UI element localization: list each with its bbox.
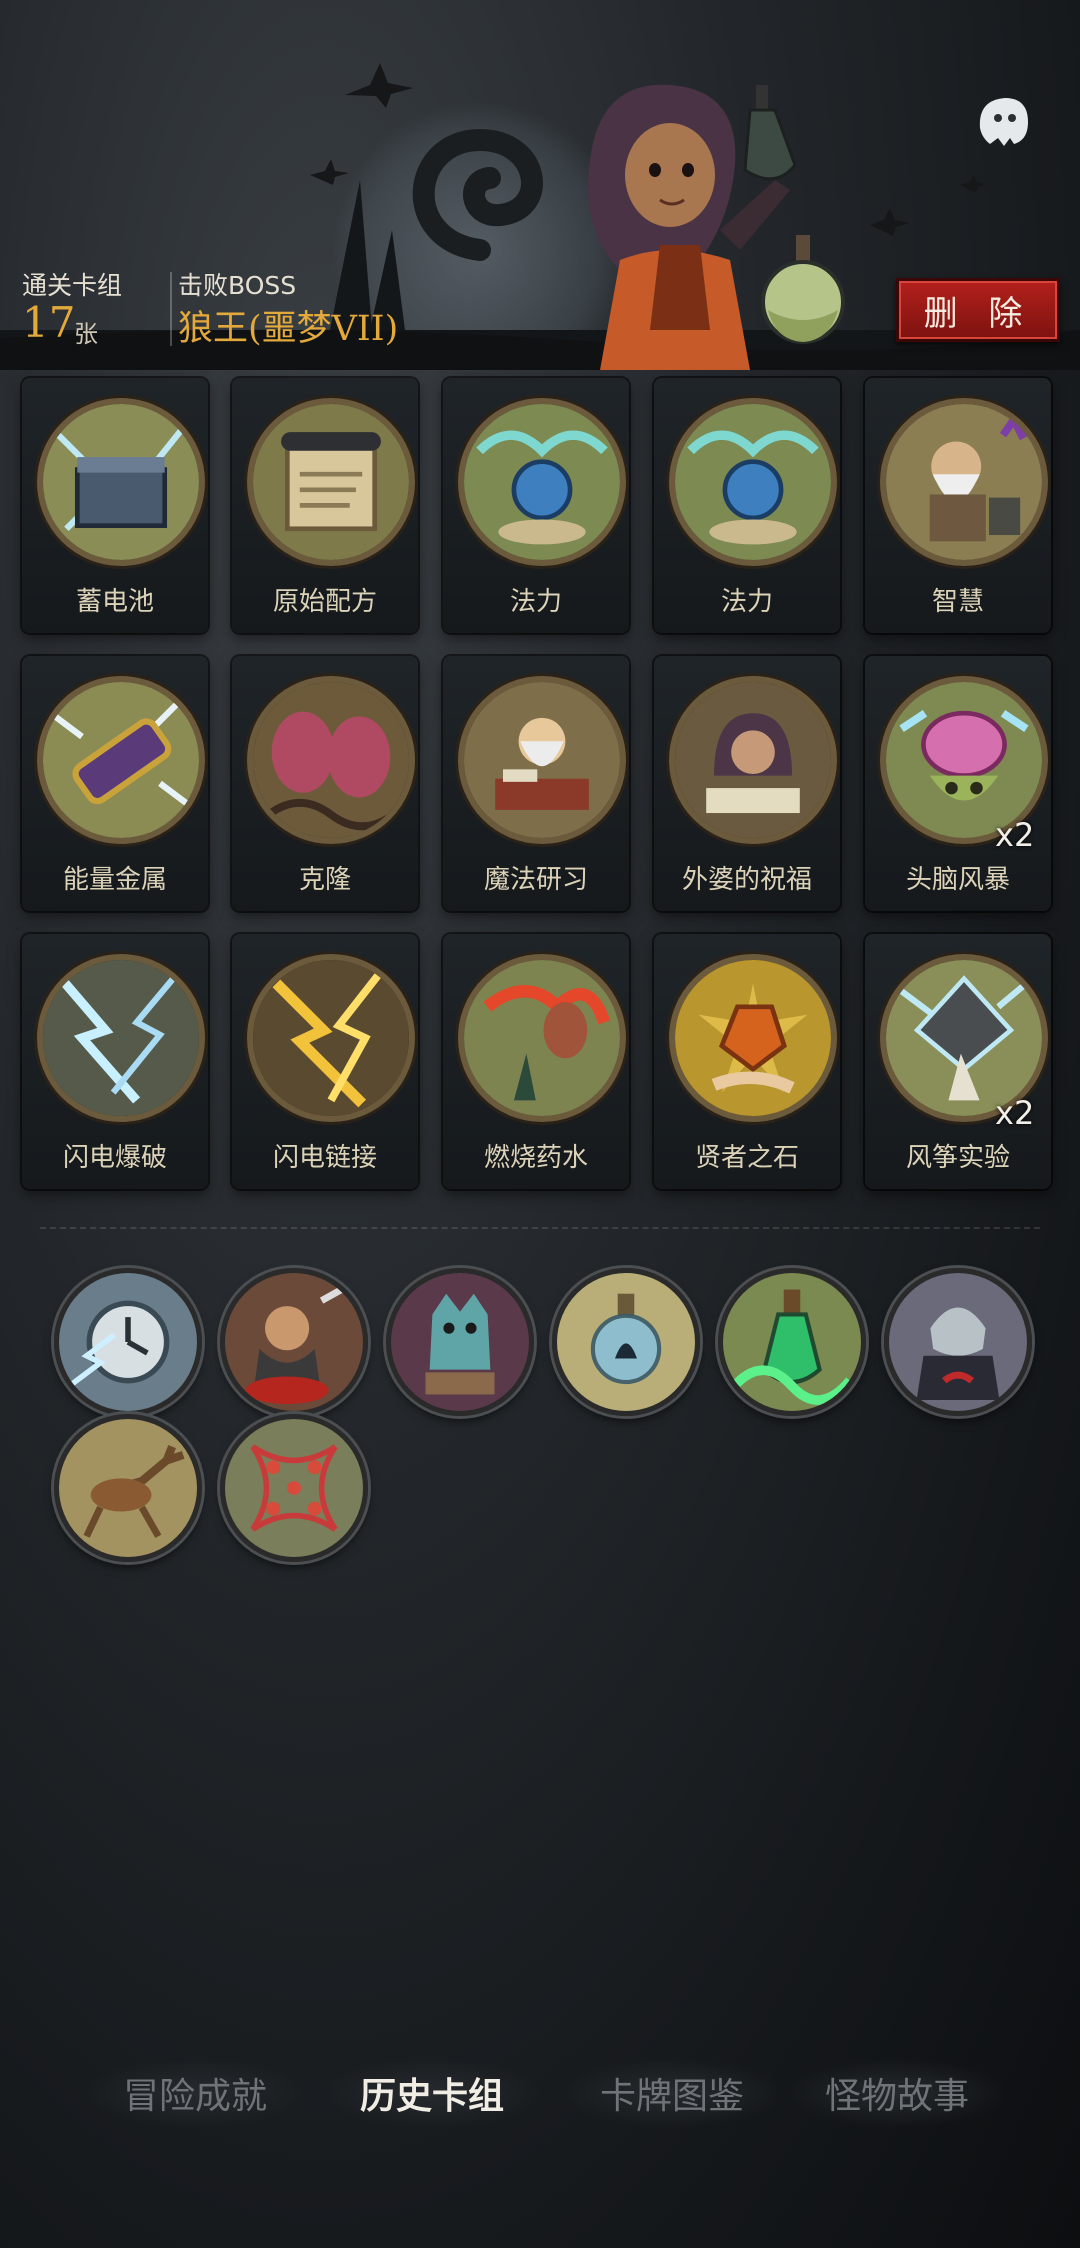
bottom-nav: 冒险成就 历史卡组 卡牌图鉴 怪物故事 (0, 2060, 1080, 2130)
clock-lightning-icon[interactable] (54, 1268, 202, 1416)
card-item[interactable]: 魔法研习 (443, 656, 629, 911)
gargoyle-statue-icon[interactable] (386, 1268, 534, 1416)
card-name: 法力 (720, 587, 773, 617)
burning-potion-icon (458, 954, 626, 1122)
card-item[interactable]: 原始配方 (232, 378, 418, 633)
card-name: 法力 (509, 587, 562, 617)
tab-adventure-achievements[interactable]: 冒险成就 (90, 2060, 300, 2126)
lightning-chain-icon (247, 954, 415, 1122)
defeated-boss-label: 击败BOSS (178, 271, 297, 300)
card-item[interactable]: 能量金属 (22, 656, 208, 911)
card-item[interactable]: 燃烧药水 (443, 934, 629, 1189)
section-divider (40, 1227, 1040, 1229)
leaping-deer-icon[interactable] (54, 1414, 202, 1562)
card-item[interactable]: 法力 (443, 378, 629, 633)
cook-with-knife-icon[interactable] (220, 1268, 368, 1416)
tab-card-codex[interactable]: 卡牌图鉴 (567, 2060, 777, 2126)
card-name: 风筝实验 (905, 1143, 1010, 1173)
mana-orb-icon (669, 398, 837, 566)
card-count: 17 (22, 298, 76, 347)
magic-study-icon (458, 676, 626, 844)
card-name: 外婆的祝福 (681, 865, 812, 895)
card-item[interactable]: 外婆的祝福 (654, 656, 840, 911)
green-potion-icon[interactable] (718, 1268, 866, 1416)
card-item[interactable]: 贤者之石 (654, 934, 840, 1189)
card-name: 闪电爆破 (62, 1143, 167, 1173)
card-count-badge: x2 (995, 1094, 1035, 1132)
grandma-icon (669, 676, 837, 844)
deck-header: 通关卡组 17 张 击败BOSS 狼王(噩梦VII) 删 除 (0, 0, 1080, 370)
card-name: 闪电链接 (272, 1143, 377, 1173)
ghost-icon[interactable] (970, 88, 1036, 154)
philosopher-stone-icon (669, 954, 837, 1122)
dna-helix-icon[interactable] (220, 1414, 368, 1562)
alchemist-character (588, 84, 845, 370)
card-item[interactable]: 闪电链接 (232, 934, 418, 1189)
vampire-icon[interactable] (884, 1268, 1032, 1416)
card-unit: 张 (74, 320, 98, 348)
card-item[interactable]: 头脑风暴 x2 (865, 656, 1051, 911)
card-item[interactable]: 蓄电池 (22, 378, 208, 633)
card-item[interactable]: 克隆 (232, 656, 418, 911)
scroll-icon (247, 398, 415, 566)
clone-pods-icon (247, 676, 415, 844)
energy-metal-icon (37, 676, 205, 844)
delete-button[interactable]: 删 除 (896, 278, 1060, 342)
card-item[interactable]: 智慧 (865, 378, 1051, 633)
card-name: 贤者之石 (694, 1143, 799, 1173)
mana-orb-icon (458, 398, 626, 566)
stat-divider (170, 272, 172, 346)
card-name: 头脑风暴 (905, 865, 1010, 895)
bottled-spirit-icon[interactable] (552, 1268, 700, 1416)
tab-history-deck[interactable]: 历史卡组 (327, 2060, 537, 2126)
card-item[interactable]: 风筝实验 x2 (865, 934, 1051, 1189)
card-count-badge: x2 (995, 816, 1035, 854)
card-item[interactable]: 闪电爆破 (22, 934, 208, 1189)
old-sage-icon (880, 398, 1048, 566)
battery-box-icon (37, 398, 205, 566)
card-name: 克隆 (298, 865, 351, 895)
card-item[interactable]: 法力 (654, 378, 840, 633)
lightning-blast-icon (37, 954, 205, 1122)
card-name: 燃烧药水 (483, 1143, 588, 1173)
cleared-deck-label: 通关卡组 (22, 271, 123, 300)
card-name: 蓄电池 (75, 587, 154, 617)
boss-name: 狼王(噩梦VII) (178, 309, 399, 349)
card-name: 智慧 (931, 587, 984, 617)
card-name: 魔法研习 (483, 865, 588, 895)
card-name: 能量金属 (62, 865, 167, 895)
tab-monster-stories[interactable]: 怪物故事 (792, 2060, 1002, 2126)
card-name: 原始配方 (272, 587, 377, 617)
